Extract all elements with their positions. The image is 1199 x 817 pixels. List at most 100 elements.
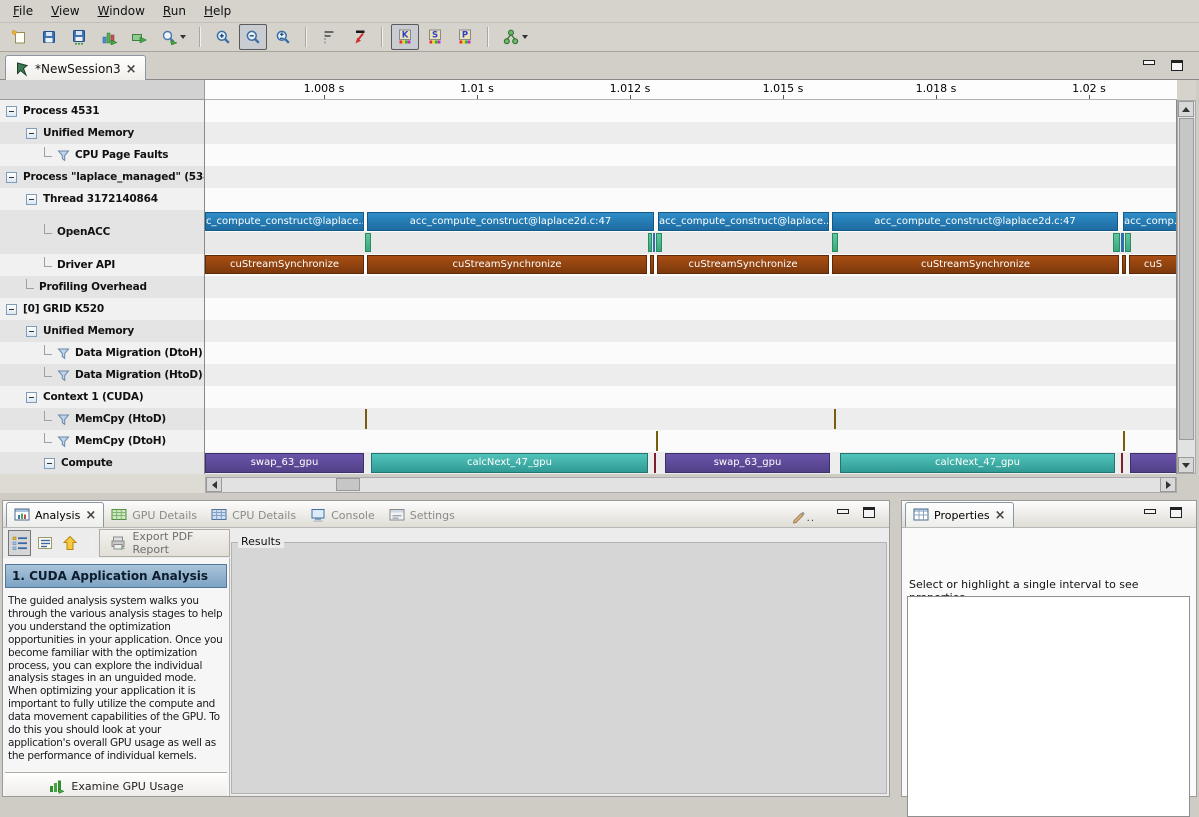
maximize-icon[interactable]	[1171, 60, 1183, 71]
collapse-toggle-icon[interactable]	[6, 304, 17, 315]
vertical-scrollbar[interactable]	[1177, 100, 1196, 474]
minimize-icon[interactable]	[1143, 60, 1155, 65]
tree-row-unified-memory[interactable]: Unified Memory	[0, 122, 205, 144]
kernel-interval[interactable]	[654, 453, 656, 473]
tab-gpu-details[interactable]: GPU Details	[104, 503, 204, 527]
openacc-interval[interactable]: c_compute_construct@laplace...	[205, 212, 364, 231]
driver-api-interval[interactable]	[650, 255, 654, 274]
horizontal-scrollbar[interactable]	[205, 477, 1177, 493]
menu-window[interactable]: Window	[89, 1, 154, 21]
tab-close-icon[interactable]	[126, 62, 137, 76]
goto-marker-button[interactable]	[345, 24, 373, 50]
memcpy-dtoh-marker[interactable]	[656, 431, 658, 451]
dropdown-caret-icon[interactable]	[522, 35, 528, 39]
openacc-event-mark[interactable]	[1121, 233, 1124, 252]
s-view-button[interactable]: S	[421, 24, 449, 50]
tree-row-0-grid-k520[interactable]: [0] GRID K520	[0, 298, 205, 320]
collapse-toggle-icon[interactable]	[6, 172, 17, 183]
driver-api-interval[interactable]: cuStreamSynchronize	[205, 255, 364, 274]
tree-row-data-migration-htod[interactable]: Data Migration (HtoD)	[0, 364, 205, 386]
horizontal-scroll-thumb[interactable]	[336, 478, 360, 491]
openacc-interval[interactable]: acc_compute_construct@laplace...	[658, 212, 829, 231]
menu-view[interactable]: View	[42, 1, 88, 21]
tab-cpu-details[interactable]: CPU Details	[204, 503, 303, 527]
openacc-event-mark[interactable]	[1113, 233, 1120, 252]
collapse-toggle-icon[interactable]	[44, 458, 55, 469]
collapse-toggle-icon[interactable]	[26, 128, 37, 139]
export-pdf-button[interactable]: Export PDF Report	[99, 529, 230, 557]
panel-maximize-icon[interactable]	[1170, 507, 1182, 518]
driver-api-interval[interactable]: cuStreamSynchronize	[657, 255, 829, 274]
openacc-event-mark[interactable]	[653, 233, 655, 252]
kernel-interval[interactable]	[1130, 453, 1177, 473]
kernel-interval[interactable]: calcNext_47_gpu	[371, 453, 648, 473]
openacc-interval[interactable]: acc_comp...	[1123, 212, 1177, 231]
scroll-up-button[interactable]	[1178, 101, 1194, 117]
openacc-interval[interactable]: acc_compute_construct@laplace2d.c:47	[367, 212, 654, 231]
tree-row-thread-3172140864[interactable]: Thread 3172140864	[0, 188, 205, 210]
panel-maximize-icon[interactable]	[863, 507, 875, 518]
driver-api-interval[interactable]: cuStreamSynchronize	[832, 255, 1119, 274]
zoom-fit-button[interactable]	[269, 24, 297, 50]
tree-row-memcpy-htod[interactable]: MemCpy (HtoD)	[0, 408, 205, 430]
new-session-button[interactable]	[5, 24, 33, 50]
tree-row-data-migration-dtoh[interactable]: Data Migration (DtoH)	[0, 342, 205, 364]
tree-row-process-laplace-managed-538[interactable]: Process "laplace_managed" (538)	[0, 166, 205, 188]
collapse-toggle-icon[interactable]	[26, 392, 37, 403]
kernel-interval[interactable]	[1121, 453, 1123, 473]
scroll-down-button[interactable]	[1178, 457, 1194, 473]
memcpy-dtoh-marker[interactable]	[1123, 431, 1125, 451]
scroll-left-button[interactable]	[206, 477, 222, 492]
memcpy-htod-marker[interactable]	[365, 409, 367, 429]
scroll-right-button[interactable]	[1160, 477, 1176, 492]
back-up-button[interactable]	[58, 530, 81, 556]
openacc-event-mark[interactable]	[656, 233, 662, 252]
kernel-interval[interactable]: swap_63_gpu	[665, 453, 830, 473]
k-view-button[interactable]: K	[391, 24, 419, 50]
tab-settings[interactable]: Settings	[382, 503, 462, 527]
search-button[interactable]	[155, 24, 191, 50]
driver-api-interval[interactable]: cuStreamSynchronize	[367, 255, 647, 274]
guided-analysis-button[interactable]	[8, 530, 31, 556]
tree-row-unified-memory[interactable]: Unified Memory	[0, 320, 205, 342]
collapse-toggle-icon[interactable]	[26, 194, 37, 205]
tree-row-driver-api[interactable]: Driver API	[0, 254, 205, 276]
marker-ruler-button[interactable]	[315, 24, 343, 50]
unguided-analysis-button[interactable]	[33, 530, 56, 556]
zoom-out-button[interactable]	[239, 24, 267, 50]
driver-api-interval[interactable]: cuS	[1129, 255, 1177, 274]
rename-session-button[interactable]	[125, 24, 153, 50]
collapse-toggle-icon[interactable]	[6, 106, 17, 117]
properties-tab[interactable]: Properties	[905, 502, 1014, 527]
tree-row-cpu-page-faults[interactable]: CPU Page Faults	[0, 144, 205, 166]
kernel-interval[interactable]: calcNext_47_gpu	[840, 453, 1115, 473]
menu-help[interactable]: Help	[195, 1, 240, 21]
tree-row-compute[interactable]: Compute	[0, 452, 205, 474]
tree-row-memcpy-dtoh[interactable]: MemCpy (DtoH)	[0, 430, 205, 452]
tab-console[interactable]: Console	[303, 503, 382, 527]
tab-analysis[interactable]: Analysis	[6, 502, 104, 527]
openacc-event-mark[interactable]	[648, 233, 652, 252]
memcpy-htod-marker[interactable]	[834, 409, 836, 429]
analysis-tree-button[interactable]	[497, 24, 533, 50]
openacc-interval[interactable]: acc_compute_construct@laplace2d.c:47	[832, 212, 1118, 231]
p-view-button[interactable]: P	[451, 24, 479, 50]
session-tab[interactable]: *NewSession3	[5, 55, 146, 81]
dropdown-caret-icon[interactable]	[180, 35, 186, 39]
tab-close-icon[interactable]	[85, 509, 96, 522]
tree-row-context-1-cuda[interactable]: Context 1 (CUDA)	[0, 386, 205, 408]
panel-minimize-icon[interactable]	[837, 509, 849, 514]
panel-minimize-icon[interactable]	[1144, 509, 1156, 514]
zoom-in-button[interactable]	[209, 24, 237, 50]
tree-row-process-4531[interactable]: Process 4531	[0, 100, 205, 122]
save-button[interactable]	[35, 24, 63, 50]
openacc-event-mark[interactable]	[365, 233, 371, 252]
driver-api-interval[interactable]	[1122, 255, 1126, 274]
menu-run[interactable]: Run	[154, 1, 195, 21]
tree-row-profiling-overhead[interactable]: Profiling Overhead	[0, 276, 205, 298]
save-all-button[interactable]	[65, 24, 93, 50]
openacc-event-mark[interactable]	[1125, 233, 1131, 252]
vertical-scroll-thumb[interactable]	[1179, 118, 1194, 440]
examine-gpu-usage-button[interactable]: Examine GPU Usage	[5, 772, 227, 796]
kernel-interval[interactable]: swap_63_gpu	[205, 453, 364, 473]
